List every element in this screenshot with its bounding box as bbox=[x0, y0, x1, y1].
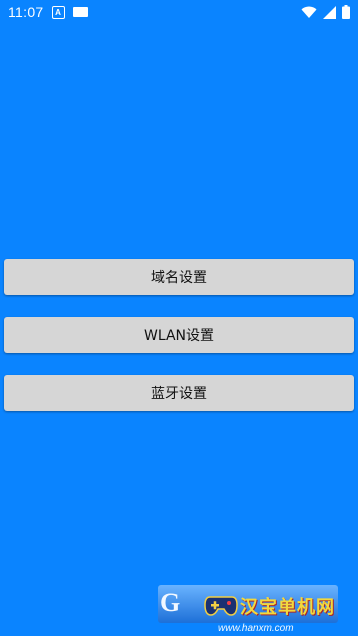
status-time: 11:07 bbox=[8, 4, 44, 20]
notification-card-icon bbox=[72, 7, 88, 17]
bluetooth-settings-button[interactable]: 蓝牙设置 bbox=[4, 375, 354, 411]
wifi-icon bbox=[301, 6, 317, 19]
site-watermark: G 汉宝单机网 www.hanxm.com bbox=[158, 585, 338, 634]
signal-icon bbox=[323, 5, 336, 19]
domain-settings-button[interactable]: 域名设置 bbox=[4, 259, 354, 295]
notification-a-icon: A bbox=[51, 5, 65, 19]
wlan-settings-button[interactable]: WLAN设置 bbox=[4, 317, 354, 353]
watermark-url: www.hanxm.com bbox=[218, 623, 294, 634]
battery-icon bbox=[342, 5, 350, 19]
watermark-logo-text: 汉宝单机网 bbox=[240, 597, 335, 618]
watermark-g-logo-icon: G bbox=[160, 588, 181, 617]
gamepad-icon bbox=[204, 595, 238, 621]
status-bar: 11:07 A bbox=[0, 0, 358, 24]
